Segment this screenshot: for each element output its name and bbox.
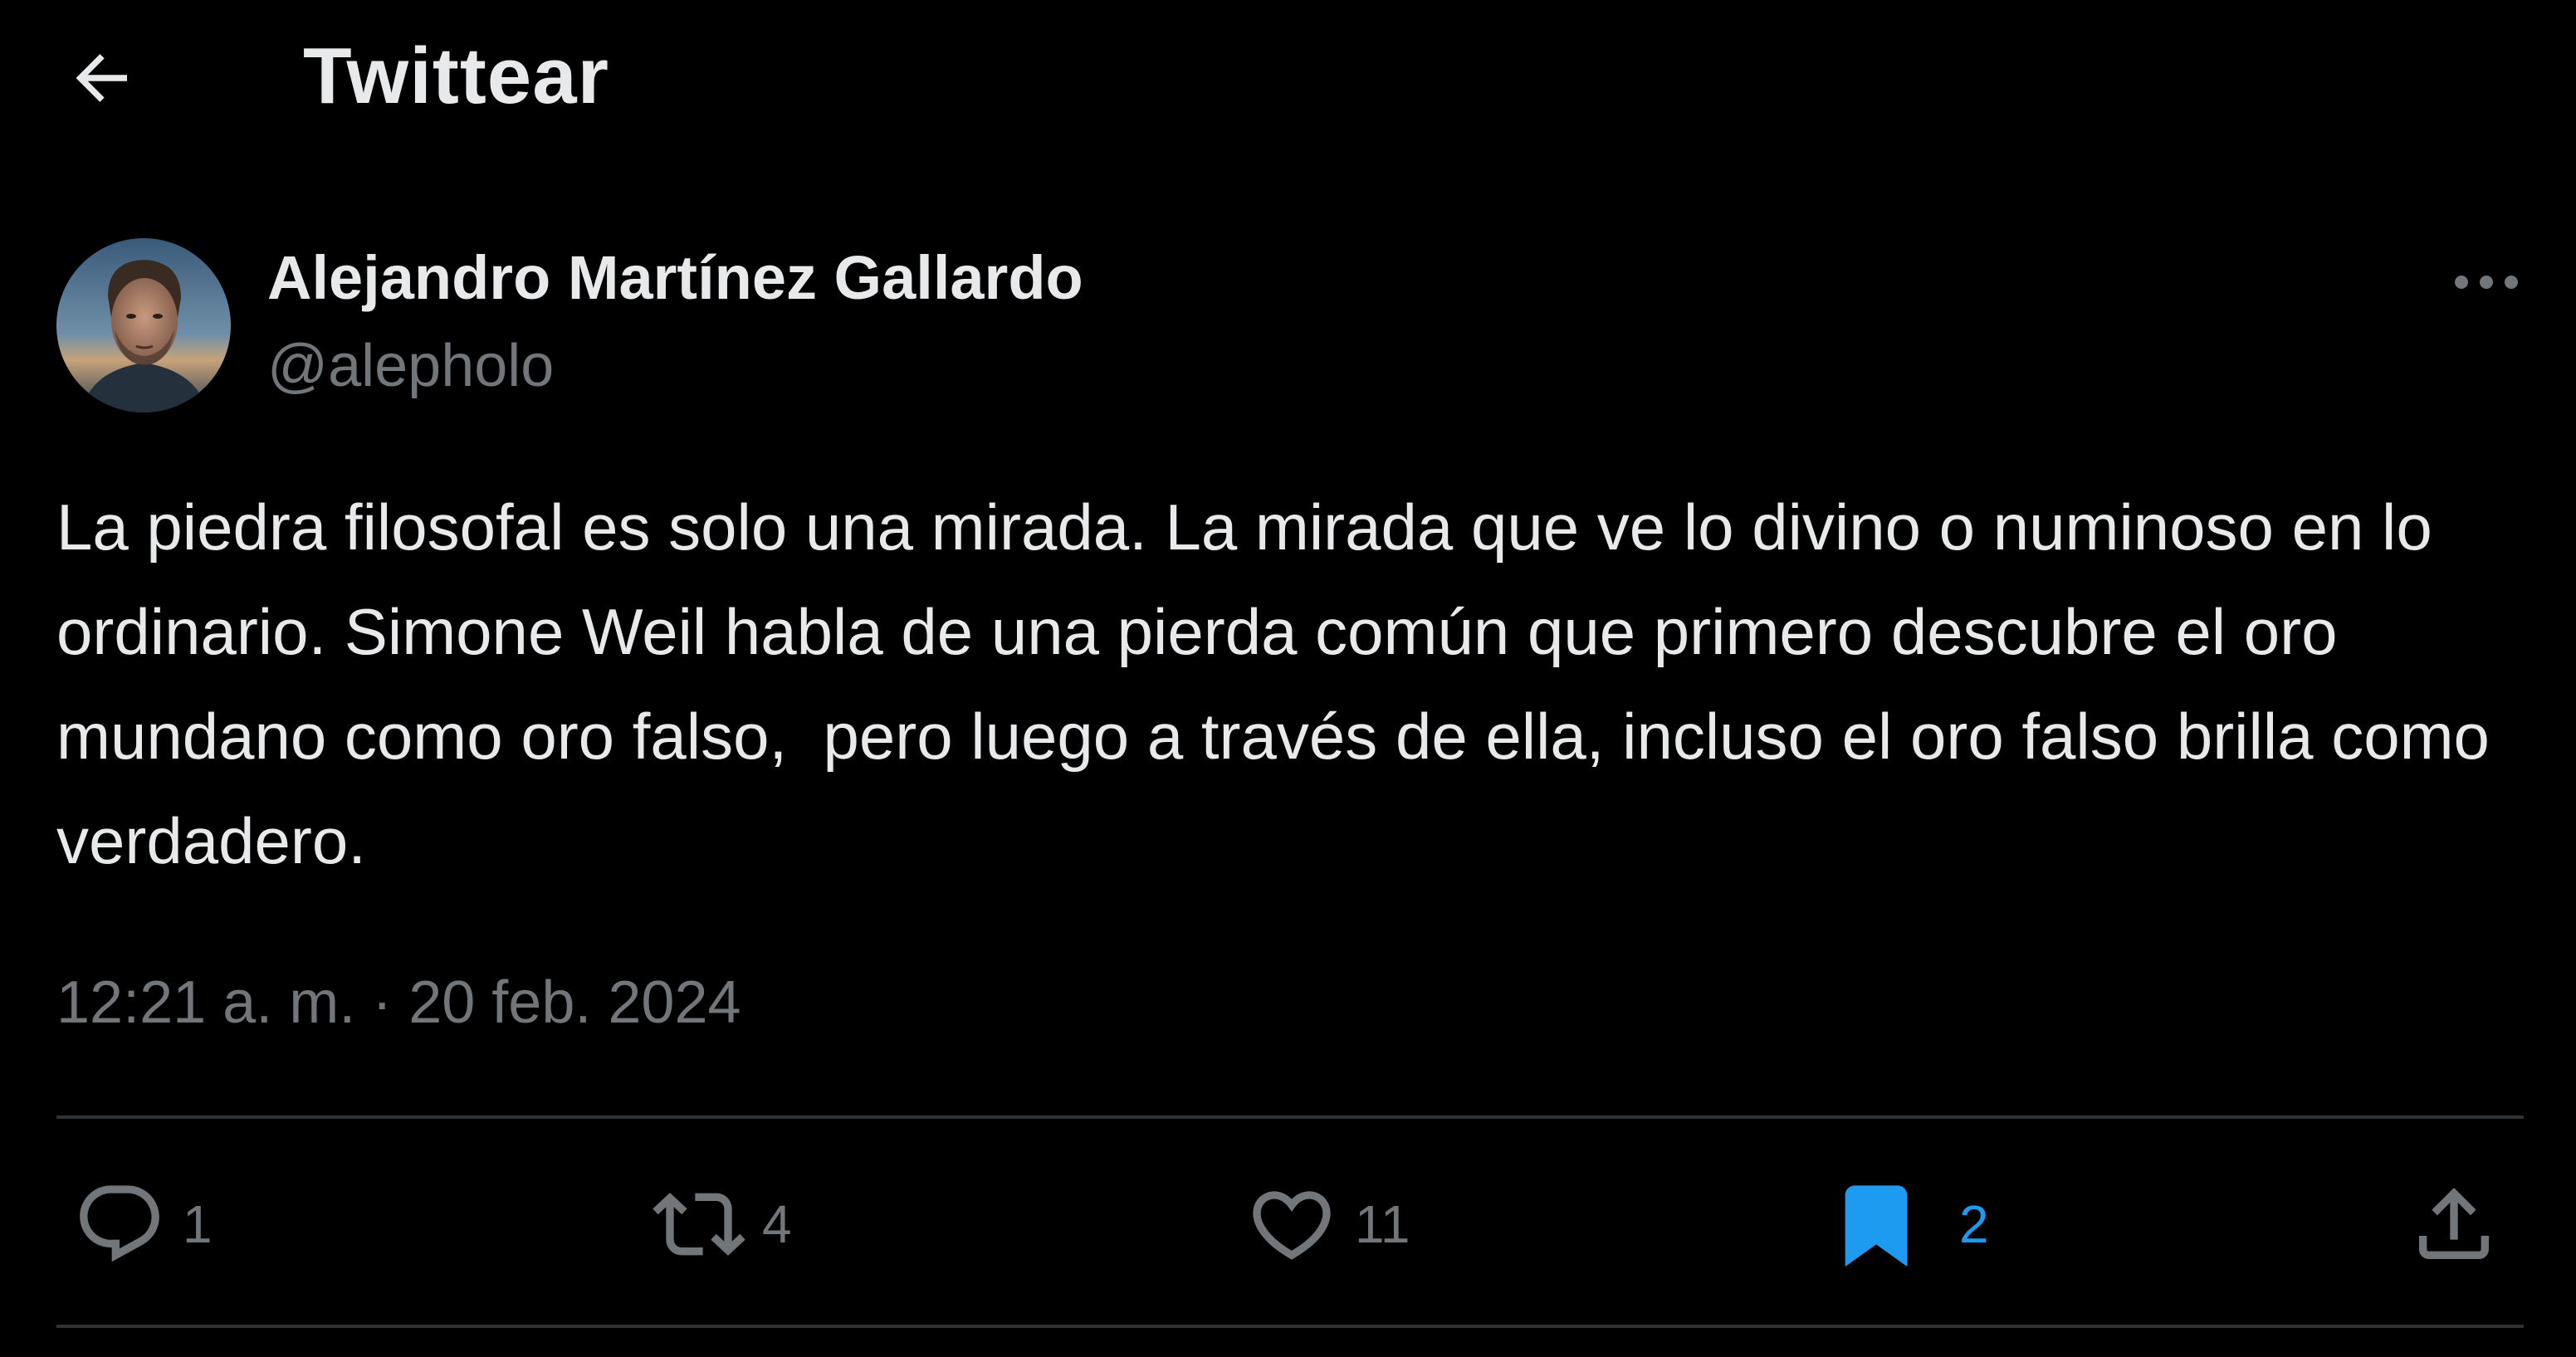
reply-count: 1 [183, 1194, 213, 1254]
back-button[interactable] [56, 37, 148, 120]
bookmark-filled-icon [1845, 1185, 1908, 1267]
heart-icon [1253, 1191, 1331, 1260]
like-count: 11 [1355, 1194, 1410, 1254]
top-bar: Twittear [0, 0, 2576, 158]
share-icon [2419, 1188, 2489, 1259]
retweet-button[interactable]: 4 [653, 1170, 792, 1278]
bookmark-button[interactable]: 2 [1830, 1170, 1989, 1278]
author-handle[interactable]: @alepholo [267, 329, 554, 403]
reply-button[interactable]: 1 [73, 1170, 213, 1278]
bookmark-count: 2 [1959, 1194, 1989, 1254]
tweet-date[interactable]: 20 feb. 2024 [408, 969, 741, 1036]
page-title: Twittear [303, 32, 609, 120]
like-button[interactable]: 11 [1245, 1170, 1410, 1278]
more-options-button[interactable] [2441, 249, 2532, 315]
arrow-left-icon [76, 54, 127, 102]
retweet-count: 4 [762, 1194, 792, 1254]
tweet-text: La piedra filosofal es solo una mirada. … [56, 491, 2508, 877]
timestamp-separator: · [355, 969, 409, 1036]
divider [56, 1115, 2524, 1119]
more-horizontal-icon [2455, 276, 2518, 289]
share-button[interactable] [2407, 1170, 2500, 1278]
avatar[interactable] [56, 238, 231, 412]
retweet-icon [653, 1193, 745, 1256]
author-display-name[interactable]: Alejandro Martínez Gallardo [267, 241, 1083, 315]
tweet-time[interactable]: 12:21 a. m. [56, 969, 355, 1036]
profile-photo [56, 238, 231, 412]
tweet-timestamp: 12:21 a. m. · 20 feb. 2024 [56, 963, 741, 1042]
divider [56, 1325, 2524, 1328]
reply-icon [80, 1185, 159, 1262]
